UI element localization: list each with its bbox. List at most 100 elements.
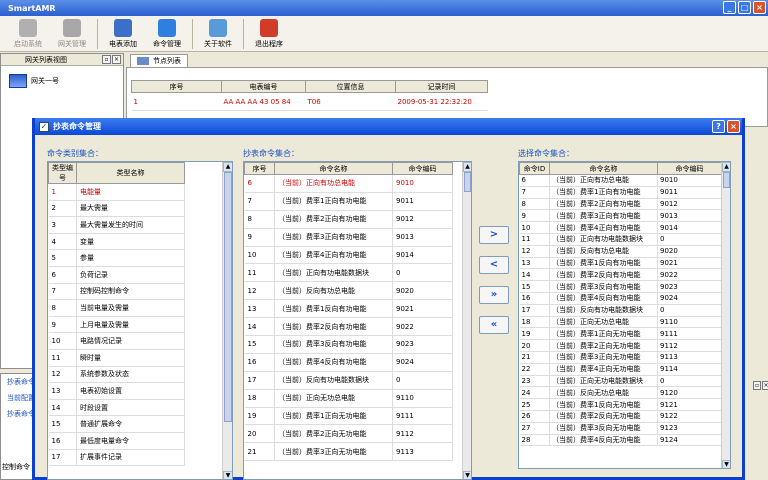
table-row[interactable]: 17 扩展事件记录 [48,449,185,467]
toolbar-button[interactable]: 启动系统 [6,17,50,51]
remove-selected-button[interactable]: < [479,256,509,274]
table-row[interactable]: 8 当前电量及需量 [48,299,185,317]
table-row[interactable]: 12 （当前）反向有功总电能 9020 [519,245,722,258]
table-row[interactable]: 14 （当前）费率2反向有功电能 9022 [244,317,453,337]
toolbar-button[interactable]: 关于软件 [196,17,240,51]
table-row[interactable]: 16 （当前）费率4反向有功电能 9024 [244,353,453,372]
column-header[interactable]: 命令编码 [392,162,453,175]
toolbar-button[interactable]: 电表添加 [101,17,145,51]
table-row[interactable]: 6 （当前）正向有功总电能 9010 [244,174,453,193]
command-scrollbar[interactable]: ▲ ▼ [462,162,471,479]
scroll-down-icon[interactable]: ▼ [463,471,471,479]
table-row[interactable]: 25 （当前）费率1反向无功电能 9121 [519,398,722,411]
toolbar-button[interactable]: 命令管理 [145,17,189,51]
gateway-item[interactable]: 网关一号 [9,74,123,88]
scroll-thumb[interactable] [723,172,730,188]
column-header[interactable]: 序号 [131,80,222,93]
toolbar-button[interactable]: 网关管理 [50,17,94,51]
table-row[interactable]: 7 （当前）费率1正向有功电能 9011 [244,192,453,211]
column-header[interactable]: 命令编码 [657,162,722,175]
scroll-thumb[interactable] [224,172,232,422]
column-header[interactable]: 命令名称 [549,162,658,175]
table-row[interactable]: 18 （当前）正向无功总电能 9110 [244,389,453,408]
table-row[interactable]: 14 （当前）费率2反向有功电能 9022 [519,268,722,282]
table-row[interactable]: 7 控制码控制命令 [48,283,185,301]
scroll-down-icon[interactable]: ▼ [722,460,730,468]
help-button[interactable]: ? [712,120,725,133]
table-row[interactable]: 28 （当前）费率4反向无功电能 9124 [519,434,722,447]
add-all-button[interactable]: » [479,286,509,304]
table-row[interactable]: 21 （当前）费率3正向无功电能 9113 [519,351,722,364]
table-row[interactable]: 12 （当前）反向有功总电能 9020 [244,281,453,301]
table-row[interactable]: 13 电表初始设置 [48,382,185,400]
column-header[interactable]: 记录时间 [395,80,488,93]
table-row[interactable]: 17 （当前）反向有功电能数据块 0 [519,304,722,317]
table-row[interactable]: 20 （当前）费率2正向无功电能 9112 [244,424,453,444]
toolbar-button[interactable]: 退出程序 [247,17,291,51]
table-row[interactable]: 23 （当前）正向无功电能数据块 0 [519,375,722,388]
table-row[interactable]: 9 （当前）费率3正向有功电能 9013 [519,209,722,223]
selected-scrollbar[interactable]: ▲ ▼ [721,162,730,468]
table-row[interactable]: 13 （当前）费率1反向有功电能 9021 [244,299,453,319]
column-header[interactable]: 类型名称 [76,162,185,184]
scroll-down-icon[interactable]: ▼ [223,471,232,479]
table-row[interactable]: 15 普通扩展命令 [48,415,185,433]
table-row[interactable]: 10 电路情况记录 [48,332,185,350]
panel-close-icon[interactable]: × [112,55,121,64]
table-row[interactable]: 7 （当前）费率1正向有功电能 9011 [519,186,722,199]
table-row[interactable]: 15 （当前）费率3反向有功电能 9023 [519,280,722,293]
table-row[interactable]: 14 时段设置 [48,399,185,417]
close-button[interactable]: × [753,1,766,14]
table-row[interactable]: 4 变量 [48,233,185,251]
table-row[interactable]: 6 负荷记录 [48,266,185,284]
remove-all-button[interactable]: « [479,316,509,334]
column-header[interactable]: 命令名称 [274,162,393,175]
table-row[interactable]: 6 （当前）正向有功总电能 9010 [519,174,722,187]
table-row[interactable]: 8 （当前）费率2正向有功电能 9012 [519,198,722,211]
table-row[interactable]: 10 （当前）费率4正向有功电能 9014 [244,246,453,265]
pin-icon[interactable]: ▫ [102,55,111,64]
table-row[interactable]: 1 电能量 [48,183,185,201]
table-row[interactable]: 1 AA AA AA 43 05 84 T06 2009-05-31 22:32:20 [131,92,488,111]
table-row[interactable]: 8 （当前）费率2正向有功电能 9012 [244,210,453,229]
table-row[interactable]: 24 （当前）反向无功总电能 9120 [519,386,722,400]
column-header[interactable]: 位置信息 [305,80,396,93]
table-row[interactable]: 10 （当前）费率4正向有功电能 9014 [519,221,722,234]
table-row[interactable]: 11 瞬时量 [48,349,185,367]
minimize-button[interactable]: _ [723,1,736,14]
column-header[interactable]: 命令ID [519,162,550,175]
table-row[interactable]: 19 （当前）费率1正向无功电能 9111 [519,327,722,341]
scroll-up-icon[interactable]: ▲ [722,162,730,172]
column-header[interactable]: 序号 [244,162,275,175]
scroll-up-icon[interactable]: ▲ [223,162,232,172]
table-row[interactable]: 12 系统参数及状态 [48,366,185,384]
table-row[interactable]: 11 （当前）正向有功电能数据块 0 [244,263,453,283]
table-row[interactable]: 16 最低度电量命令 [48,432,185,450]
table-row[interactable]: 3 最大需量发生的时间 [48,216,185,234]
category-scrollbar[interactable]: ▲ ▼ [222,162,232,479]
table-row[interactable]: 22 （当前）费率4正向无功电能 9114 [519,363,722,376]
table-row[interactable]: 2 最大需量 [48,200,185,218]
table-row[interactable]: 5 参量 [48,249,185,267]
table-row[interactable]: 19 （当前）费率1正向无功电能 9111 [244,407,453,426]
table-row[interactable]: 16 （当前）费率4反向有功电能 9024 [519,292,722,305]
dialog-close-button[interactable]: × [727,120,740,133]
control-command-tab[interactable]: 控制命令 [2,462,30,472]
table-row[interactable]: 15 （当前）费率3反向有功电能 9023 [244,335,453,354]
table-row[interactable]: 18 （当前）正向无功总电能 9110 [519,316,722,329]
scroll-up-icon[interactable]: ▲ [463,162,471,172]
table-row[interactable]: 17 （当前）反向有功电能数据块 0 [244,371,453,390]
tab-node-list[interactable]: 节点列表 [130,53,188,67]
add-selected-button[interactable]: > [479,226,509,244]
table-row[interactable]: 20 （当前）费率2正向无功电能 9112 [519,339,722,352]
column-header[interactable]: 类型编号 [48,162,77,184]
table-row[interactable]: 13 （当前）费率1反向有功电能 9021 [519,257,722,270]
table-row[interactable]: 21 （当前）费率3正向无功电能 9113 [244,442,453,462]
table-row[interactable]: 27 （当前）费率3反向无功电能 9123 [519,422,722,435]
table-row[interactable]: 9 （当前）费率3正向有功电能 9013 [244,228,453,247]
column-header[interactable]: 电表编号 [221,80,306,93]
panel-close-icon[interactable]: × [762,381,768,390]
table-row[interactable]: 26 （当前）费率2反向无功电能 9122 [519,410,722,423]
table-row[interactable]: 9 上月电量及需量 [48,316,185,334]
scroll-thumb[interactable] [464,172,471,192]
